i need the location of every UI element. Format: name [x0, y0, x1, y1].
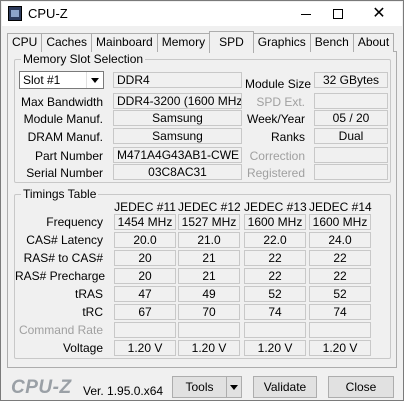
timings-cell: 21 — [178, 268, 240, 284]
part-number-label: Part Number — [34, 149, 103, 163]
close-button[interactable]: Close — [328, 376, 394, 398]
cpuz-logo: CPU-Z — [11, 377, 72, 398]
ranks-label: Ranks — [270, 130, 305, 144]
timings-column-header: JEDEC #11 — [114, 200, 176, 214]
module-manuf-field: Samsung — [113, 110, 242, 126]
cpuz-app-icon — [8, 6, 22, 21]
timings-cell: 21.0 — [178, 232, 240, 248]
timings-row-label: Command Rate — [18, 323, 103, 337]
serial-number-field: 03C8AC31 — [113, 164, 242, 180]
tools-button[interactable]: Tools — [172, 376, 227, 398]
timings-cell: 22 — [244, 250, 306, 266]
serial-number-label: Serial Number — [26, 166, 103, 180]
timings-row-label: tRAS — [74, 287, 103, 301]
maximize-button[interactable] — [323, 2, 353, 26]
timings-column-header: JEDEC #12 — [178, 200, 241, 214]
registered-label: Registered — [246, 166, 305, 180]
minimize-button[interactable] — [291, 2, 321, 26]
part-number-field: M471A4G43AB1-CWE — [113, 147, 242, 163]
timings-cell: 49 — [178, 286, 240, 302]
version-label: Ver. 1.95.0.x64 — [83, 384, 164, 398]
timings-row-label: Voltage — [62, 341, 103, 355]
timings-cell — [114, 322, 176, 338]
timings-cell: 20.0 — [114, 232, 176, 248]
close-window-button[interactable]: ✕ — [364, 2, 394, 26]
timings-cell: 20 — [114, 268, 176, 284]
close-icon: ✕ — [372, 5, 386, 22]
timings-cell — [244, 322, 306, 338]
timings-cell: 1527 MHz — [178, 214, 240, 230]
module-manuf-label: Module Manuf. — [23, 112, 103, 126]
timings-cell: 47 — [114, 286, 176, 302]
timings-cell: 1.20 V — [178, 340, 240, 356]
timings-cell: 1.20 V — [244, 340, 306, 356]
tab-caches[interactable]: Caches — [41, 33, 93, 52]
timings-cell: 70 — [178, 304, 240, 320]
timings-cell: 52 — [244, 286, 306, 302]
correction-field — [314, 147, 388, 163]
timings-cell: 1.20 V — [114, 340, 176, 356]
max-bandwidth-field: DDR4-3200 (1600 MHz) — [113, 93, 242, 109]
tab-about[interactable]: About — [352, 33, 395, 52]
timings-row-label: RAS# Precharge — [15, 269, 106, 283]
timings-cell: 22 — [309, 250, 371, 266]
timings-cell: 74 — [309, 304, 371, 320]
timings-cell — [309, 322, 371, 338]
week-year-field: 05 / 20 — [314, 110, 388, 126]
timings-cell: 22 — [244, 268, 306, 284]
timings-cell: 22.0 — [244, 232, 306, 248]
timings-cell: 67 — [114, 304, 176, 320]
timings-cell: 24.0 — [309, 232, 371, 248]
spd-ext-field — [314, 93, 388, 109]
timings-cell: 22 — [309, 268, 371, 284]
tab-mainboard[interactable]: Mainboard — [91, 33, 158, 52]
tab-memory[interactable]: Memory — [156, 33, 211, 52]
tab-cpu[interactable]: CPU — [7, 33, 43, 52]
tab-spd[interactable]: SPD — [209, 31, 254, 53]
dram-manuf-field: Samsung — [113, 128, 242, 144]
group-label: Memory Slot Selection — [21, 52, 146, 66]
timings-cell: 74 — [244, 304, 306, 320]
timings-row-label: Frequency — [46, 215, 103, 229]
timings-cell — [178, 322, 240, 338]
slot-select[interactable]: Slot #1 — [19, 71, 104, 89]
maximize-icon — [333, 9, 343, 19]
registered-field — [314, 164, 388, 180]
timings-cell: 52 — [309, 286, 371, 302]
timings-cell: 20 — [114, 250, 176, 266]
window-title: CPU-Z — [28, 6, 68, 21]
timings-cell: 1600 MHz — [309, 214, 371, 230]
tab-graphics[interactable]: Graphics — [252, 33, 311, 52]
slot-select-value: Slot #1 — [23, 73, 61, 87]
timings-cell: 1600 MHz — [244, 214, 306, 230]
timings-column-header: JEDEC #14 — [309, 200, 372, 214]
chevron-down-icon[interactable] — [86, 72, 103, 88]
chevron-down-icon — [230, 384, 238, 390]
title-bar[interactable]: CPU-Z ✕ — [2, 2, 402, 26]
memory-type-field: DDR4 — [113, 72, 242, 88]
module-size-label: Module Size — [245, 77, 312, 91]
timings-row-label: RAS# to CAS# — [23, 251, 103, 265]
timings-column-header: JEDEC #13 — [244, 200, 307, 214]
timings-cell: 1454 MHz — [114, 214, 176, 230]
correction-label: Correction — [249, 149, 305, 163]
timings-cell: 1.20 V — [309, 340, 371, 356]
validate-button[interactable]: Validate — [253, 376, 317, 398]
week-year-label: Week/Year — [246, 112, 305, 126]
max-bandwidth-label: Max Bandwidth — [21, 95, 104, 109]
module-size-field: 32 GBytes — [314, 72, 388, 88]
dram-manuf-label: DRAM Manuf. — [27, 130, 103, 144]
timings-row-label: CAS# Latency — [26, 233, 103, 247]
tools-dropdown-button[interactable] — [226, 376, 242, 398]
group-label: Timings Table — [21, 187, 99, 201]
timings-cell: 21 — [178, 250, 240, 266]
tab-bench[interactable]: Bench — [309, 33, 354, 52]
spd-ext-label: SPD Ext. — [256, 95, 305, 109]
ranks-field: Dual — [314, 128, 388, 144]
timings-row-label: tRC — [82, 305, 103, 319]
tab-strip: CPU Caches Mainboard Memory SPD Graphics Bench… — [7, 31, 395, 53]
cpuz-window: CPU-Z ✕ CPU Caches Mainboard Memory SPD Graph… — [0, 0, 404, 401]
minimize-icon — [301, 13, 311, 15]
